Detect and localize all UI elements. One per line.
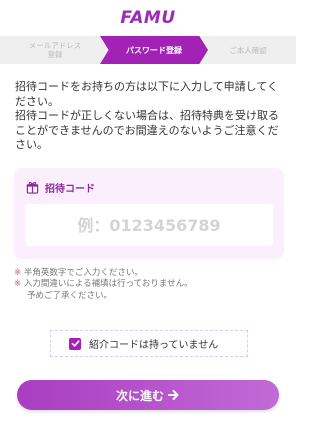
input-notes: ※ 半角英数字でご入力ください。 ※ 入力間違いによる補填は行っておりません。 …: [14, 268, 284, 302]
step-label: ご本人確認: [229, 45, 267, 55]
next-button-label: 次に進む: [115, 388, 164, 403]
next-button[interactable]: 次に進む: [17, 380, 279, 410]
gift-icon: [26, 181, 39, 194]
arrow-right-icon: [168, 390, 179, 400]
invite-code-input[interactable]: [25, 204, 273, 246]
invite-code-header: 招待コード: [26, 180, 95, 195]
no-referral-code-checkbox[interactable]: [69, 337, 81, 350]
no-referral-code-label: 紹介コードは持っていません: [89, 340, 219, 351]
note-item-continued: 予めご了承ください。: [27, 290, 113, 301]
note-text: 半角英数字でご入力ください。: [23, 268, 143, 278]
note-text: 入力間違いによる補填は行っておりません。: [23, 279, 193, 290]
note-mark: ※: [14, 279, 22, 290]
intro-text: 招待コードをお持ちの方は以下に入力して申請してください。 招待コードが正しくない…: [15, 80, 283, 153]
intro-line-2: 招待コードが正しくない場合は、招待特典を受け取ることができませんのでお間違えのな…: [15, 109, 279, 152]
note-mark: ※: [14, 268, 22, 278]
invite-code-card: 招待コード: [14, 168, 284, 259]
intro-line-1: 招待コードをお持ちの方は以下に入力して申請してください。: [15, 80, 279, 108]
step-label: パスワード登録: [126, 45, 182, 55]
app-logo: FAMU: [0, 7, 296, 29]
step-identity-verification: ご本人確認: [200, 36, 296, 64]
no-referral-code-option[interactable]: 紹介コードは持っていません: [50, 330, 248, 357]
step-password-registration: パスワード登録: [100, 36, 208, 64]
logo-text: FAMU: [120, 8, 176, 28]
note-item: ※ 半角英数字でご入力ください。: [14, 268, 284, 279]
invite-code-label: 招待コード: [45, 184, 95, 195]
note-item: ※ 入力間違いによる補填は行っておりません。: [14, 279, 284, 290]
checkmark-icon: [71, 340, 80, 347]
step-label: メールアドレス 登録: [28, 41, 82, 59]
progress-steps: メールアドレス 登録 ご本人確認 パスワード登録: [0, 36, 296, 64]
